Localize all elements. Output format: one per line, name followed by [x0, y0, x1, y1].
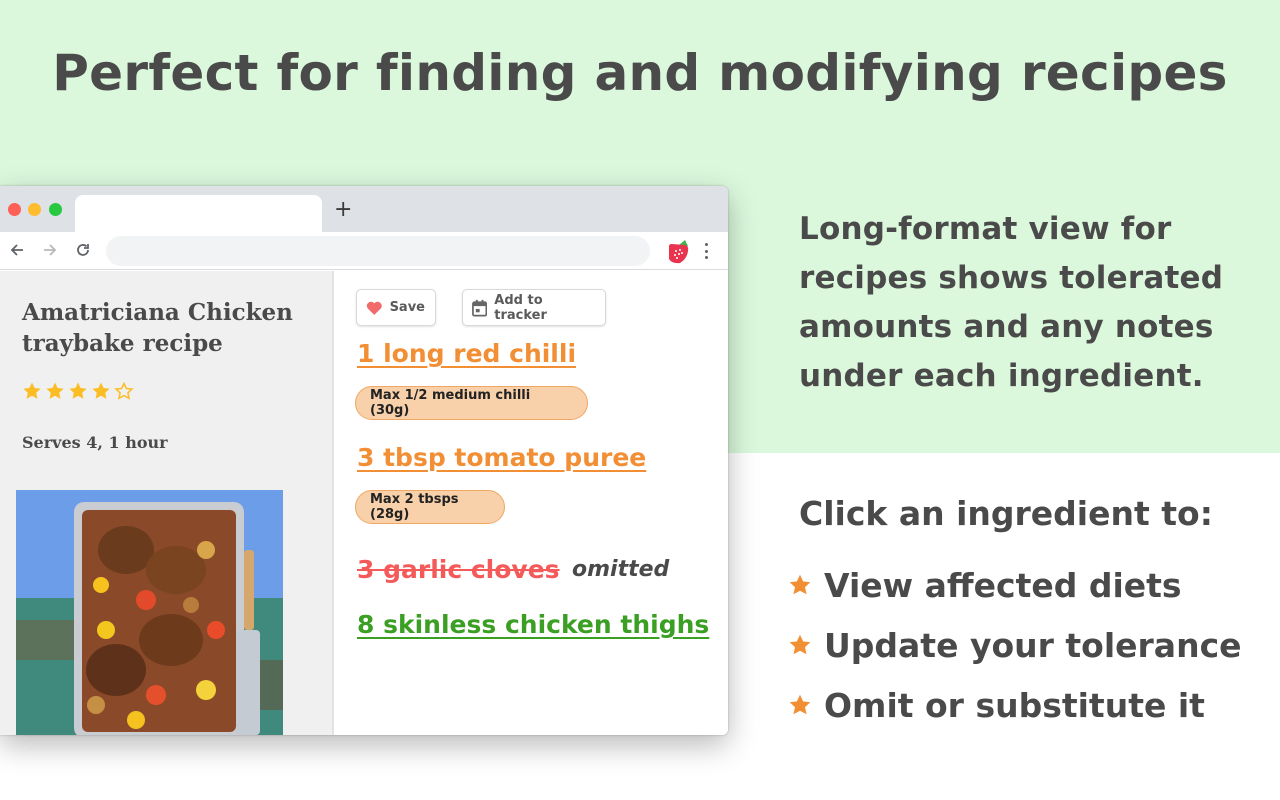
- browser-menu-button[interactable]: [700, 241, 712, 261]
- bullet-item: View affected diets: [788, 555, 1242, 615]
- arrow-left-icon: [10, 244, 23, 256]
- ingredient-tomato-puree[interactable]: 3 tbsp tomato puree: [357, 443, 646, 472]
- feature-bullet-list: View affected diets Update your toleranc…: [788, 555, 1242, 735]
- star-bullet-icon: [789, 634, 811, 655]
- tab-strip: +: [0, 186, 728, 232]
- minimize-window-button[interactable]: [28, 203, 41, 216]
- star-filled-icon: [46, 382, 64, 399]
- save-label: Save: [389, 300, 425, 315]
- reload-button[interactable]: [73, 240, 93, 260]
- heart-icon: [366, 301, 382, 315]
- star-filled-icon: [69, 382, 87, 399]
- bullet-item: Omit or substitute it: [788, 675, 1242, 735]
- serves-info: Serves 4, 1 hour: [22, 433, 168, 452]
- calendar-icon: [472, 299, 488, 317]
- ingredient-garlic-omitted[interactable]: 3 garlic cloves: [357, 555, 560, 584]
- browser-toolbar: [0, 232, 728, 270]
- close-window-button[interactable]: [8, 203, 21, 216]
- new-tab-button[interactable]: +: [334, 199, 352, 221]
- maximize-window-button[interactable]: [49, 203, 62, 216]
- bullet-text: Update your tolerance: [824, 625, 1242, 665]
- extension-button[interactable]: [666, 237, 692, 265]
- tolerance-note-tomato-puree: Max 2 tbsps (28g): [355, 490, 505, 524]
- address-bar[interactable]: [106, 236, 650, 266]
- tolerance-note-chilli: Max 1/2 medium chilli (30g): [355, 386, 588, 420]
- more-vertical-icon: [704, 243, 708, 246]
- recipe-info-panel: Amatriciana Chicken traybake recipe Serv…: [0, 271, 334, 735]
- forward-button[interactable]: [40, 240, 60, 260]
- omitted-label: omitted: [572, 557, 670, 582]
- star-bullet-icon: [789, 694, 811, 715]
- active-tab[interactable]: [75, 195, 322, 232]
- headline: Perfect for finding and modifying recipe…: [52, 44, 1228, 102]
- bullet-text: View affected diets: [824, 565, 1182, 605]
- recipe-title: Amatriciana Chicken traybake recipe: [22, 299, 293, 357]
- tracker-label: Add to tracker: [494, 292, 547, 323]
- add-to-tracker-button[interactable]: Add to tracker: [462, 289, 606, 326]
- bullet-item: Update your tolerance: [788, 615, 1242, 675]
- recipe-photo: [16, 490, 283, 735]
- arrow-right-icon: [44, 244, 57, 256]
- star-filled-icon: [23, 382, 41, 399]
- save-button[interactable]: Save: [356, 289, 436, 326]
- rating-stars: [22, 381, 134, 401]
- ingredient-chicken-thighs[interactable]: 8 skinless chicken thighs: [357, 610, 709, 639]
- star-bullet-icon: [789, 574, 811, 595]
- browser-window: + Amatriciana Chicken traybake recipe Se…: [0, 186, 728, 735]
- reload-icon: [77, 244, 89, 256]
- traybake-image: [16, 490, 283, 735]
- click-instructions-title: Click an ingredient to:: [799, 494, 1213, 533]
- recipe-page: Amatriciana Chicken traybake recipe Serv…: [0, 271, 728, 735]
- bullet-text: Omit or substitute it: [824, 685, 1205, 725]
- feature-description: Long-format view for recipes shows toler…: [799, 211, 1224, 394]
- star-filled-icon: [92, 382, 110, 399]
- ingredient-chilli[interactable]: 1 long red chilli: [357, 339, 576, 368]
- back-button[interactable]: [7, 240, 27, 260]
- ingredients-panel: Save Add to tracker 1 long red chilli Ma…: [336, 271, 728, 735]
- strawberry-icon: [669, 240, 689, 264]
- star-outline-icon: [114, 381, 134, 400]
